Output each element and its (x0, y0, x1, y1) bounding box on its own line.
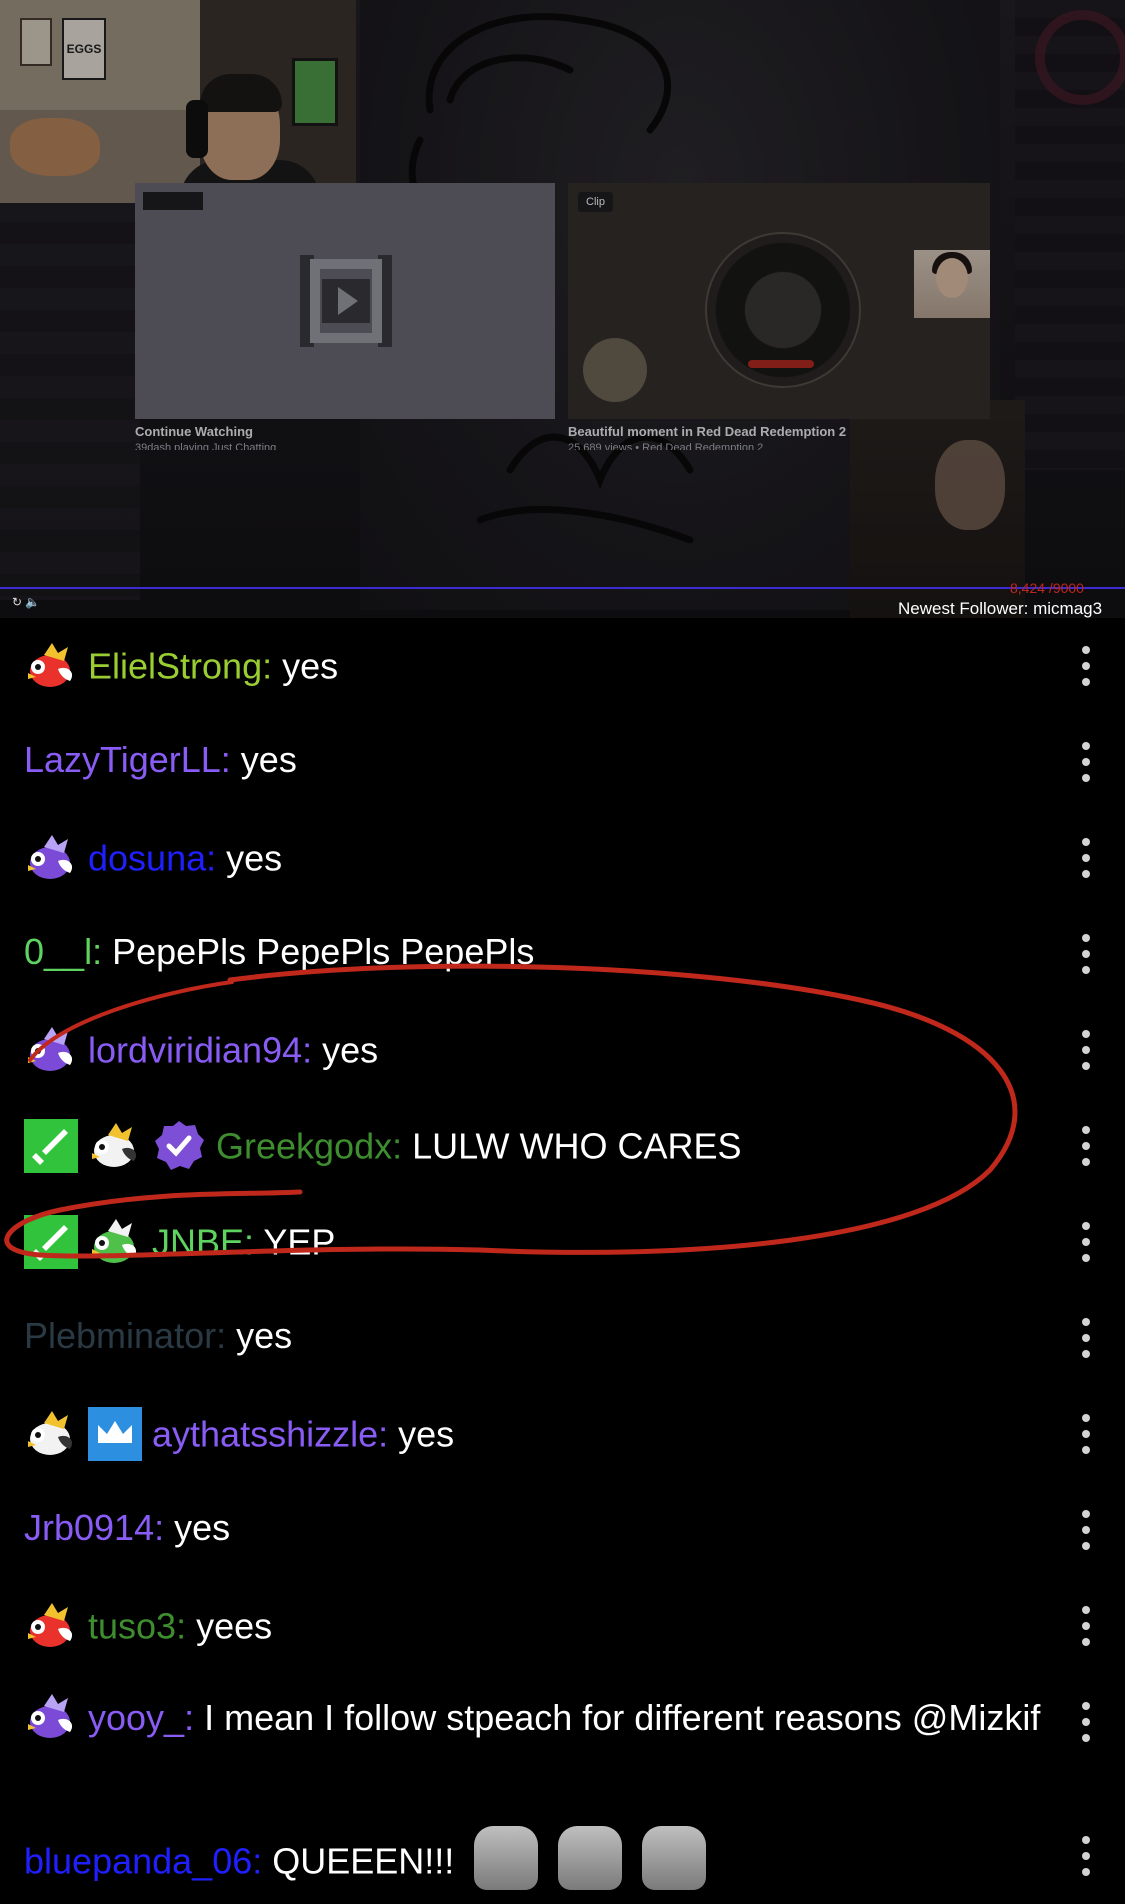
chat-username[interactable]: ElielStrong: (88, 646, 272, 687)
more-options-icon[interactable] (1081, 1414, 1091, 1454)
chat-message[interactable]: dosuna: yes (0, 810, 1125, 906)
chat-message-text: yees (196, 1605, 273, 1647)
cheep-red-badge-icon[interactable] (24, 639, 78, 693)
more-options-icon[interactable] (1081, 646, 1091, 686)
chat-message-line: tuso3: yees (24, 1602, 1045, 1656)
chat-username[interactable]: JNBE: (152, 1222, 254, 1263)
chat-message[interactable]: JNBE: YEP (0, 1194, 1125, 1290)
chat-username[interactable]: Plebminator: (24, 1315, 226, 1356)
chat-username[interactable]: Jrb0914: (24, 1507, 164, 1548)
chat-message-text: yes (282, 645, 339, 687)
chat-message-text: yes (398, 1413, 455, 1455)
chat-message-line: bluepanda_06: QUEEEN!!! (24, 1826, 1045, 1896)
chat-username[interactable]: dosuna: (88, 838, 216, 879)
chat-message[interactable]: ElielStrong: yes (0, 618, 1125, 714)
chat-message[interactable]: yooy_: I mean I follow stpeach for diffe… (0, 1674, 1125, 1770)
chat-message[interactable]: tuso3: yees (0, 1578, 1125, 1674)
chat-message-text: yes (174, 1507, 231, 1548)
chat-message-text: yes (322, 1029, 379, 1071)
chat-message-text: yes (236, 1315, 293, 1356)
chat-username[interactable]: aythatsshizzle: (152, 1414, 388, 1455)
chat-message-line: yooy_: I mean I follow stpeach for diffe… (24, 1686, 1045, 1750)
chat-message-line: lordviridian94: yes (24, 1026, 1045, 1080)
more-options-icon[interactable] (1081, 1222, 1091, 1262)
pog-face-emote-icon (642, 1826, 707, 1890)
pog-face-emote-icon (474, 1826, 539, 1890)
chat-username[interactable]: LazyTigerLL: (24, 739, 231, 780)
chat-message[interactable]: aythatsshizzle: yes (0, 1386, 1125, 1482)
more-options-icon[interactable] (1081, 1702, 1091, 1742)
chat-message-line: JNBE: YEP (24, 1215, 1045, 1272)
more-options-icon[interactable] (1081, 838, 1091, 878)
player-controls[interactable]: ↻ 🔈 (12, 595, 40, 609)
chat-message-line: Plebminator: yes (24, 1314, 1045, 1358)
chat-message[interactable]: 0__l: PepePls PepePls PepePls (0, 906, 1125, 1002)
chat-username[interactable]: Greekgodx: (216, 1126, 402, 1167)
cheep-purple-badge-icon[interactable] (24, 1690, 78, 1744)
more-options-icon[interactable] (1081, 1126, 1091, 1166)
chat-message[interactable]: Greekgodx: LULW WHO CARES (0, 1098, 1125, 1194)
chat-message-text: LULW WHO CARES (412, 1125, 742, 1167)
more-options-icon[interactable] (1081, 1030, 1091, 1070)
pog-face-emote-icon (558, 1826, 623, 1890)
chat-username[interactable]: lordviridian94: (88, 1030, 312, 1071)
chat-list[interactable]: ElielStrong: yes LazyTigerLL: yes dosuna: … (0, 618, 1125, 1890)
chat-message[interactable]: Plebminator: yes (0, 1290, 1125, 1386)
more-options-icon[interactable] (1081, 1836, 1091, 1876)
prime-crown-badge-icon[interactable] (88, 1407, 142, 1461)
video-progress-bar[interactable] (0, 587, 1125, 589)
video-dim-overlay (0, 0, 1125, 618)
chat-message-line: aythatsshizzle: yes (24, 1407, 1045, 1464)
chat-username[interactable]: tuso3: (88, 1606, 186, 1647)
chat-message[interactable]: Jrb0914: yes (0, 1482, 1125, 1578)
more-options-icon[interactable] (1081, 1510, 1091, 1550)
cheep-white-badge-icon[interactable] (24, 1407, 78, 1461)
more-options-icon[interactable] (1081, 742, 1091, 782)
chat-message-text: I mean I follow stpeach for different re… (204, 1697, 1041, 1738)
chat-message-text: yes (240, 739, 297, 780)
chat-username[interactable]: yooy_: (88, 1697, 194, 1738)
chat-message[interactable]: LazyTigerLL: yes (0, 714, 1125, 810)
more-options-icon[interactable] (1081, 1606, 1091, 1646)
chat-message-line: LazyTigerLL: yes (24, 738, 1045, 782)
chat-message-text: YEP (263, 1221, 336, 1263)
chat-message-line: 0__l: PepePls PepePls PepePls (24, 930, 1045, 974)
more-options-icon[interactable] (1081, 934, 1091, 974)
chat-username[interactable]: bluepanda_06: (24, 1841, 262, 1882)
chat-message-text: PepePls PepePls PepePls (112, 931, 535, 972)
moderator-sword-badge-icon[interactable] (24, 1215, 78, 1269)
verified-badge-icon[interactable] (152, 1119, 206, 1173)
chat-message-line: ElielStrong: yes (24, 642, 1045, 696)
chat-message-text: QUEEEN!!! (272, 1840, 455, 1882)
cheep-red-badge-icon[interactable] (24, 1599, 78, 1653)
video-player[interactable]: EGGS Continue Watching 39dash playing Ju… (0, 0, 1125, 618)
more-options-icon[interactable] (1081, 1318, 1091, 1358)
chat-message-text: yes (226, 837, 283, 879)
cheep-purple-badge-icon[interactable] (24, 831, 78, 885)
chat-message-line: Jrb0914: yes (24, 1506, 1045, 1550)
cheep-green-badge-icon[interactable] (88, 1215, 142, 1269)
sub-goal-counter: 8,424 /9000 (1010, 580, 1084, 596)
cheep-white-badge-icon[interactable] (88, 1119, 142, 1173)
chat-message-line: Greekgodx: LULW WHO CARES (24, 1119, 1045, 1176)
newest-follower: Newest Follower: micmag3 (898, 599, 1103, 618)
moderator-sword-badge-icon[interactable] (24, 1119, 78, 1173)
chat-message[interactable]: lordviridian94: yes (0, 1002, 1125, 1098)
chat-username[interactable]: 0__l: (24, 931, 102, 972)
chat-message-line: dosuna: yes (24, 834, 1045, 888)
cheep-purple-badge-icon[interactable] (24, 1023, 78, 1077)
chat-message[interactable]: bluepanda_06: QUEEEN!!! (0, 1808, 1125, 1904)
